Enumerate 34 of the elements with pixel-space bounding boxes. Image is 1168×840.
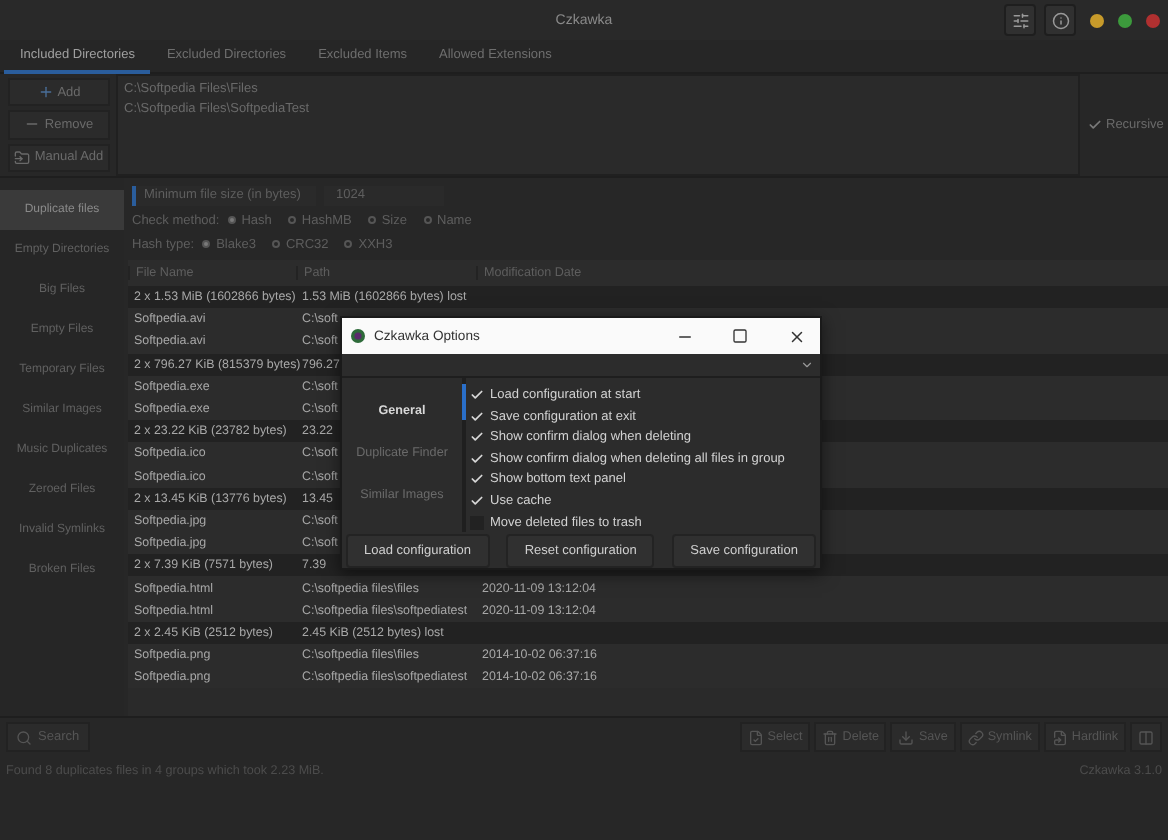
radio-button[interactable] — [423, 216, 431, 224]
search-icon — [16, 729, 32, 745]
radio-button[interactable] — [367, 216, 376, 224]
close-button[interactable] — [1146, 13, 1160, 27]
checkbox[interactable] — [470, 472, 484, 487]
radio-button[interactable] — [287, 216, 296, 224]
info-icon — [1051, 11, 1069, 29]
checkbox[interactable] — [470, 493, 484, 508]
radio-button[interactable] — [271, 240, 280, 248]
sliders-button[interactable] — [1004, 4, 1036, 36]
checkbox[interactable] — [470, 388, 484, 403]
download-icon — [898, 729, 915, 745]
info-button[interactable] — [1044, 4, 1076, 36]
maximize-button[interactable] — [1118, 13, 1132, 27]
minimize-button[interactable] — [1090, 13, 1104, 27]
checkbox[interactable] — [470, 409, 484, 424]
app-icon — [350, 328, 366, 344]
close-icon — [787, 327, 805, 345]
trash-icon — [822, 729, 839, 745]
sliders-icon — [1011, 11, 1029, 29]
checkbox[interactable] — [470, 451, 484, 466]
recursive-checkbox[interactable] — [1088, 118, 1102, 132]
plus-icon — [37, 84, 54, 101]
folder-icon — [14, 149, 31, 166]
link-icon — [967, 729, 984, 745]
radio-button[interactable] — [227, 216, 236, 224]
file-icon — [747, 729, 764, 745]
file-icon — [1051, 729, 1068, 745]
radio-button[interactable] — [344, 240, 353, 248]
chevron-down-icon — [800, 358, 814, 373]
maximize-icon — [732, 328, 748, 344]
radio-button[interactable] — [202, 240, 211, 248]
checkbox[interactable] — [470, 430, 484, 445]
columns-icon — [1138, 729, 1154, 745]
